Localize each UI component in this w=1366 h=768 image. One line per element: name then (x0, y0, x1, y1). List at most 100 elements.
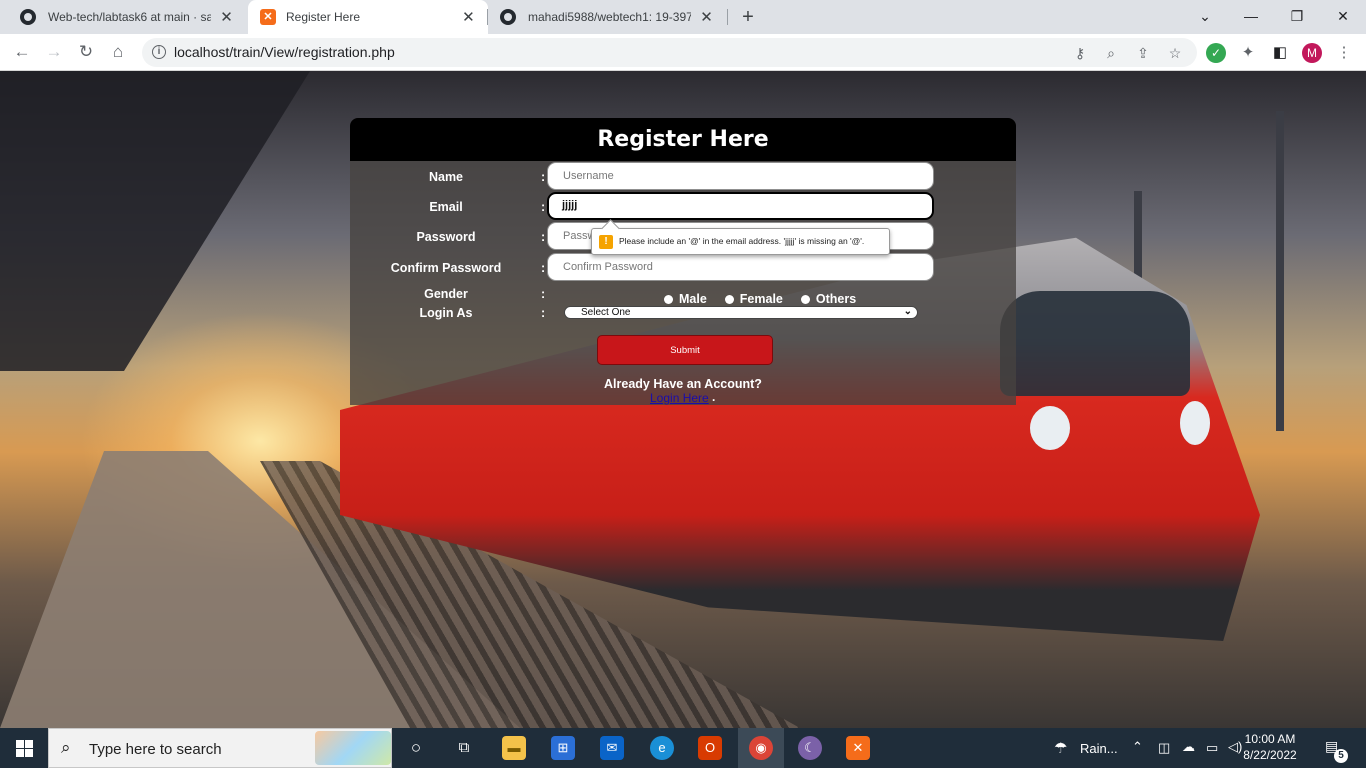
new-tab-button[interactable]: + (736, 6, 760, 28)
login-as-colon: : (541, 306, 546, 320)
radio-others-label: Others (815, 292, 857, 306)
profile-avatar[interactable]: M (1302, 43, 1322, 63)
submit-button[interactable]: Submit (597, 335, 773, 365)
back-arrow-icon[interactable]: ← (10, 40, 34, 64)
clock-time: 10:00 AM (1244, 732, 1296, 746)
onedrive-cloud-icon[interactable]: ☁ (1182, 739, 1195, 755)
tab-labtask6[interactable]: Web-tech/labtask6 at main · safa ✕ (8, 0, 246, 34)
taskbar: ⌕ Type here to search ○ ⧉ ▬ ⊞ ✉ e O ◉ ☾ … (0, 728, 1366, 768)
already-have-account-text: Already Have an Account? (604, 377, 762, 391)
microsoft-store-icon[interactable]: ⊞ (551, 736, 575, 760)
warning-icon: ! (599, 235, 613, 249)
tab-title: Register Here (286, 10, 361, 24)
radio-male[interactable] (664, 294, 673, 304)
radio-female-label: Female (739, 292, 783, 306)
taskbar-clock[interactable]: 10:00 AM 8/22/2022 (1240, 731, 1300, 763)
tab-separator (487, 9, 488, 25)
extensions-puzzle-icon[interactable]: ✦ (1238, 43, 1258, 63)
side-panel-icon[interactable]: ◧ (1270, 43, 1290, 63)
login-as-selected: Select One (581, 307, 631, 318)
radio-male-label: Male (679, 292, 707, 306)
close-window-button[interactable]: ✕ (1320, 4, 1366, 28)
login-as-label: Login As (419, 306, 473, 320)
tray-chevron-up-icon[interactable]: ⌃ (1132, 739, 1143, 755)
tab-title: Web-tech/labtask6 at main · safa (48, 10, 212, 24)
meet-now-icon[interactable]: ◫ (1158, 740, 1170, 756)
github-icon (20, 9, 36, 25)
gender-colon: : (541, 287, 546, 301)
radio-female[interactable] (724, 294, 734, 304)
weather-icon: ☂ (1054, 740, 1068, 757)
gender-radio-group: Male Female Others (650, 292, 856, 306)
key-icon[interactable]: ⚷ (1072, 45, 1088, 62)
close-icon[interactable]: ✕ (219, 8, 234, 26)
office-icon[interactable]: O (698, 736, 722, 760)
browser-toolbar: ← → ↻ ⌂ i localhost/train/View/registrat… (0, 34, 1366, 71)
login-here-link[interactable]: Login Here (650, 391, 709, 405)
bookmark-star-icon[interactable]: ☆ (1167, 45, 1183, 62)
forward-arrow-icon[interactable]: → (42, 40, 66, 64)
background-train-window (1000, 291, 1190, 396)
background-train-light (1180, 401, 1210, 445)
restore-button[interactable]: ❐ (1274, 4, 1320, 28)
tab-search-chevron-icon[interactable]: ⌄ (1182, 4, 1228, 28)
menu-kebab-icon[interactable]: ⋮ (1334, 43, 1354, 63)
cortana-circle-icon[interactable]: ○ (404, 736, 428, 760)
weather-text[interactable]: Rain... (1080, 741, 1118, 756)
email-input[interactable]: jjjjj (547, 192, 934, 220)
clock-date: 8/22/2022 (1243, 748, 1297, 762)
search-placeholder: Type here to search (89, 741, 222, 758)
close-icon[interactable]: ✕ (699, 8, 714, 26)
file-explorer-icon[interactable]: ▬ (502, 736, 526, 760)
minimize-button[interactable]: — (1228, 4, 1274, 28)
login-as-select[interactable]: Select One ⌄ (564, 306, 918, 319)
chrome-icon[interactable]: ◉ (749, 736, 773, 760)
extension-green-icon[interactable]: ✓ (1206, 43, 1226, 63)
tab-strip: Web-tech/labtask6 at main · safa ✕ ✕ Reg… (0, 0, 1366, 34)
taskbar-search-input[interactable]: ⌕ Type here to search (48, 728, 392, 768)
confirm-password-colon: : (541, 261, 546, 275)
site-info-icon[interactable]: i (152, 45, 166, 59)
tab-register-here[interactable]: ✕ Register Here ✕ (248, 0, 488, 34)
name-colon: : (541, 170, 546, 184)
email-label: Email (429, 200, 463, 214)
email-colon: : (541, 200, 546, 214)
chevron-down-icon: ⌄ (903, 306, 912, 317)
notification-count-badge: 5 (1334, 749, 1348, 763)
tab-separator (727, 9, 728, 25)
battery-icon[interactable]: ▭ (1206, 740, 1218, 756)
url-text[interactable]: localhost/train/View/registration.php (174, 44, 395, 60)
zoom-icon[interactable]: ⌕ (1103, 45, 1119, 62)
confirm-password-label: Confirm Password (390, 261, 502, 275)
windows-start-icon[interactable] (0, 728, 48, 768)
confirm-password-input[interactable]: Confirm Password (547, 253, 934, 281)
name-input[interactable]: Username (547, 162, 934, 190)
tab-webtech1[interactable]: mahadi5988/webtech1: 19-39711 ✕ (488, 0, 726, 34)
email-validation-tooltip: ! Please include an '@' in the email add… (591, 228, 890, 255)
eclipse-icon[interactable]: ☾ (798, 736, 822, 760)
home-icon[interactable]: ⌂ (106, 40, 130, 64)
close-icon[interactable]: ✕ (461, 8, 476, 26)
github-icon (500, 9, 516, 25)
form-title: Register Here (350, 118, 1016, 161)
tab-title: mahadi5988/webtech1: 19-39711 (528, 10, 692, 24)
name-label: Name (428, 170, 464, 184)
login-suffix: . (712, 390, 716, 404)
edge-icon[interactable]: e (650, 736, 674, 760)
gender-label: Gender (424, 287, 468, 301)
share-icon[interactable]: ⇪ (1135, 45, 1151, 62)
xampp-icon: ✕ (260, 9, 276, 25)
mail-icon[interactable]: ✉ (600, 736, 624, 760)
background-train-light (1030, 406, 1070, 450)
page-background: Register Here Name : Username Email : jj… (0, 71, 1366, 728)
validation-message: Please include an '@' in the email addre… (619, 236, 865, 246)
xampp-taskbar-icon[interactable]: ✕ (846, 736, 870, 760)
password-label: Password (416, 230, 476, 244)
radio-others[interactable] (800, 294, 810, 304)
address-bar[interactable]: i localhost/train/View/registration.php … (142, 38, 1197, 67)
reload-icon[interactable]: ↻ (74, 40, 98, 64)
search-icon: ⌕ (61, 738, 71, 757)
background-pole (1276, 111, 1284, 431)
task-view-icon[interactable]: ⧉ (452, 736, 476, 760)
search-highlight-image (315, 731, 391, 765)
